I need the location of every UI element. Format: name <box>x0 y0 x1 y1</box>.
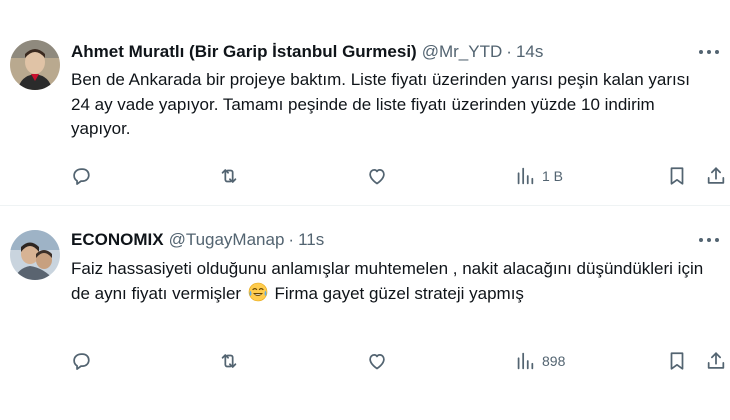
reply-icon <box>73 353 90 370</box>
tweet[interactable]: ECONOMIX @TugayManap · 11s Faiz hassasiy… <box>0 206 730 420</box>
tweet-text: Faiz hassasiyeti olduğunu anlamışlar muh… <box>71 257 710 306</box>
views-icon <box>517 167 534 185</box>
retweet-button[interactable] <box>218 164 240 188</box>
tweet-text: Ben de Ankarada bir projeye baktım. List… <box>71 70 690 138</box>
bookmark-icon <box>670 167 684 185</box>
views-button[interactable]: 898 <box>514 349 565 373</box>
views-icon <box>517 352 534 370</box>
author-name[interactable]: ECONOMIX <box>71 229 164 251</box>
tweet[interactable]: Ahmet Muratlı (Bir Garip İstanbul Gurmes… <box>0 0 730 205</box>
more-icon[interactable] <box>696 230 722 250</box>
retweet-icon <box>221 354 237 368</box>
share-icon <box>707 352 725 369</box>
timestamp[interactable]: 14s <box>516 41 543 63</box>
views-button[interactable]: 1 B <box>514 164 563 188</box>
tweet-header: Ahmet Muratlı (Bir Garip İstanbul Gurmes… <box>71 41 680 63</box>
separator-dot: · <box>288 230 295 249</box>
views-count: 898 <box>542 353 566 369</box>
share-button[interactable] <box>705 164 727 188</box>
tweet-feed: Ahmet Muratlı (Bir Garip İstanbul Gurmes… <box>0 0 730 420</box>
like-button[interactable] <box>366 164 388 188</box>
timestamp[interactable]: 11s <box>298 229 324 251</box>
more-icon[interactable] <box>696 42 722 62</box>
like-icon <box>369 168 385 185</box>
author-name[interactable]: Ahmet Muratlı (Bir Garip İstanbul Gurmes… <box>71 41 417 63</box>
avatar[interactable] <box>10 40 60 90</box>
action-bar: 898 <box>68 349 726 373</box>
views-count: 1 B <box>542 168 564 184</box>
tweet-text-part: Firma gayet güzel strateji yapmış <box>269 283 524 303</box>
bookmark-button[interactable] <box>666 349 688 373</box>
retweet-icon <box>221 169 237 183</box>
bookmark-button[interactable] <box>666 164 688 188</box>
separator-dot: · <box>506 42 512 61</box>
like-button[interactable] <box>366 349 388 373</box>
reply-button[interactable] <box>70 164 92 188</box>
bookmark-icon <box>670 352 684 370</box>
reply-button[interactable] <box>70 349 92 373</box>
share-button[interactable] <box>705 349 727 373</box>
tweet-header: ECONOMIX @TugayManap · 11s <box>71 229 680 251</box>
retweet-button[interactable] <box>218 349 240 373</box>
avatar[interactable] <box>10 230 60 280</box>
author-handle[interactable]: @Mr_YTD <box>422 41 503 63</box>
share-icon <box>707 167 725 184</box>
face-with-tears-of-joy-icon <box>248 282 268 302</box>
action-bar: 1 B <box>68 164 726 188</box>
author-handle[interactable]: @TugayManap <box>169 229 285 251</box>
like-icon <box>369 353 385 370</box>
reply-icon <box>73 168 90 185</box>
